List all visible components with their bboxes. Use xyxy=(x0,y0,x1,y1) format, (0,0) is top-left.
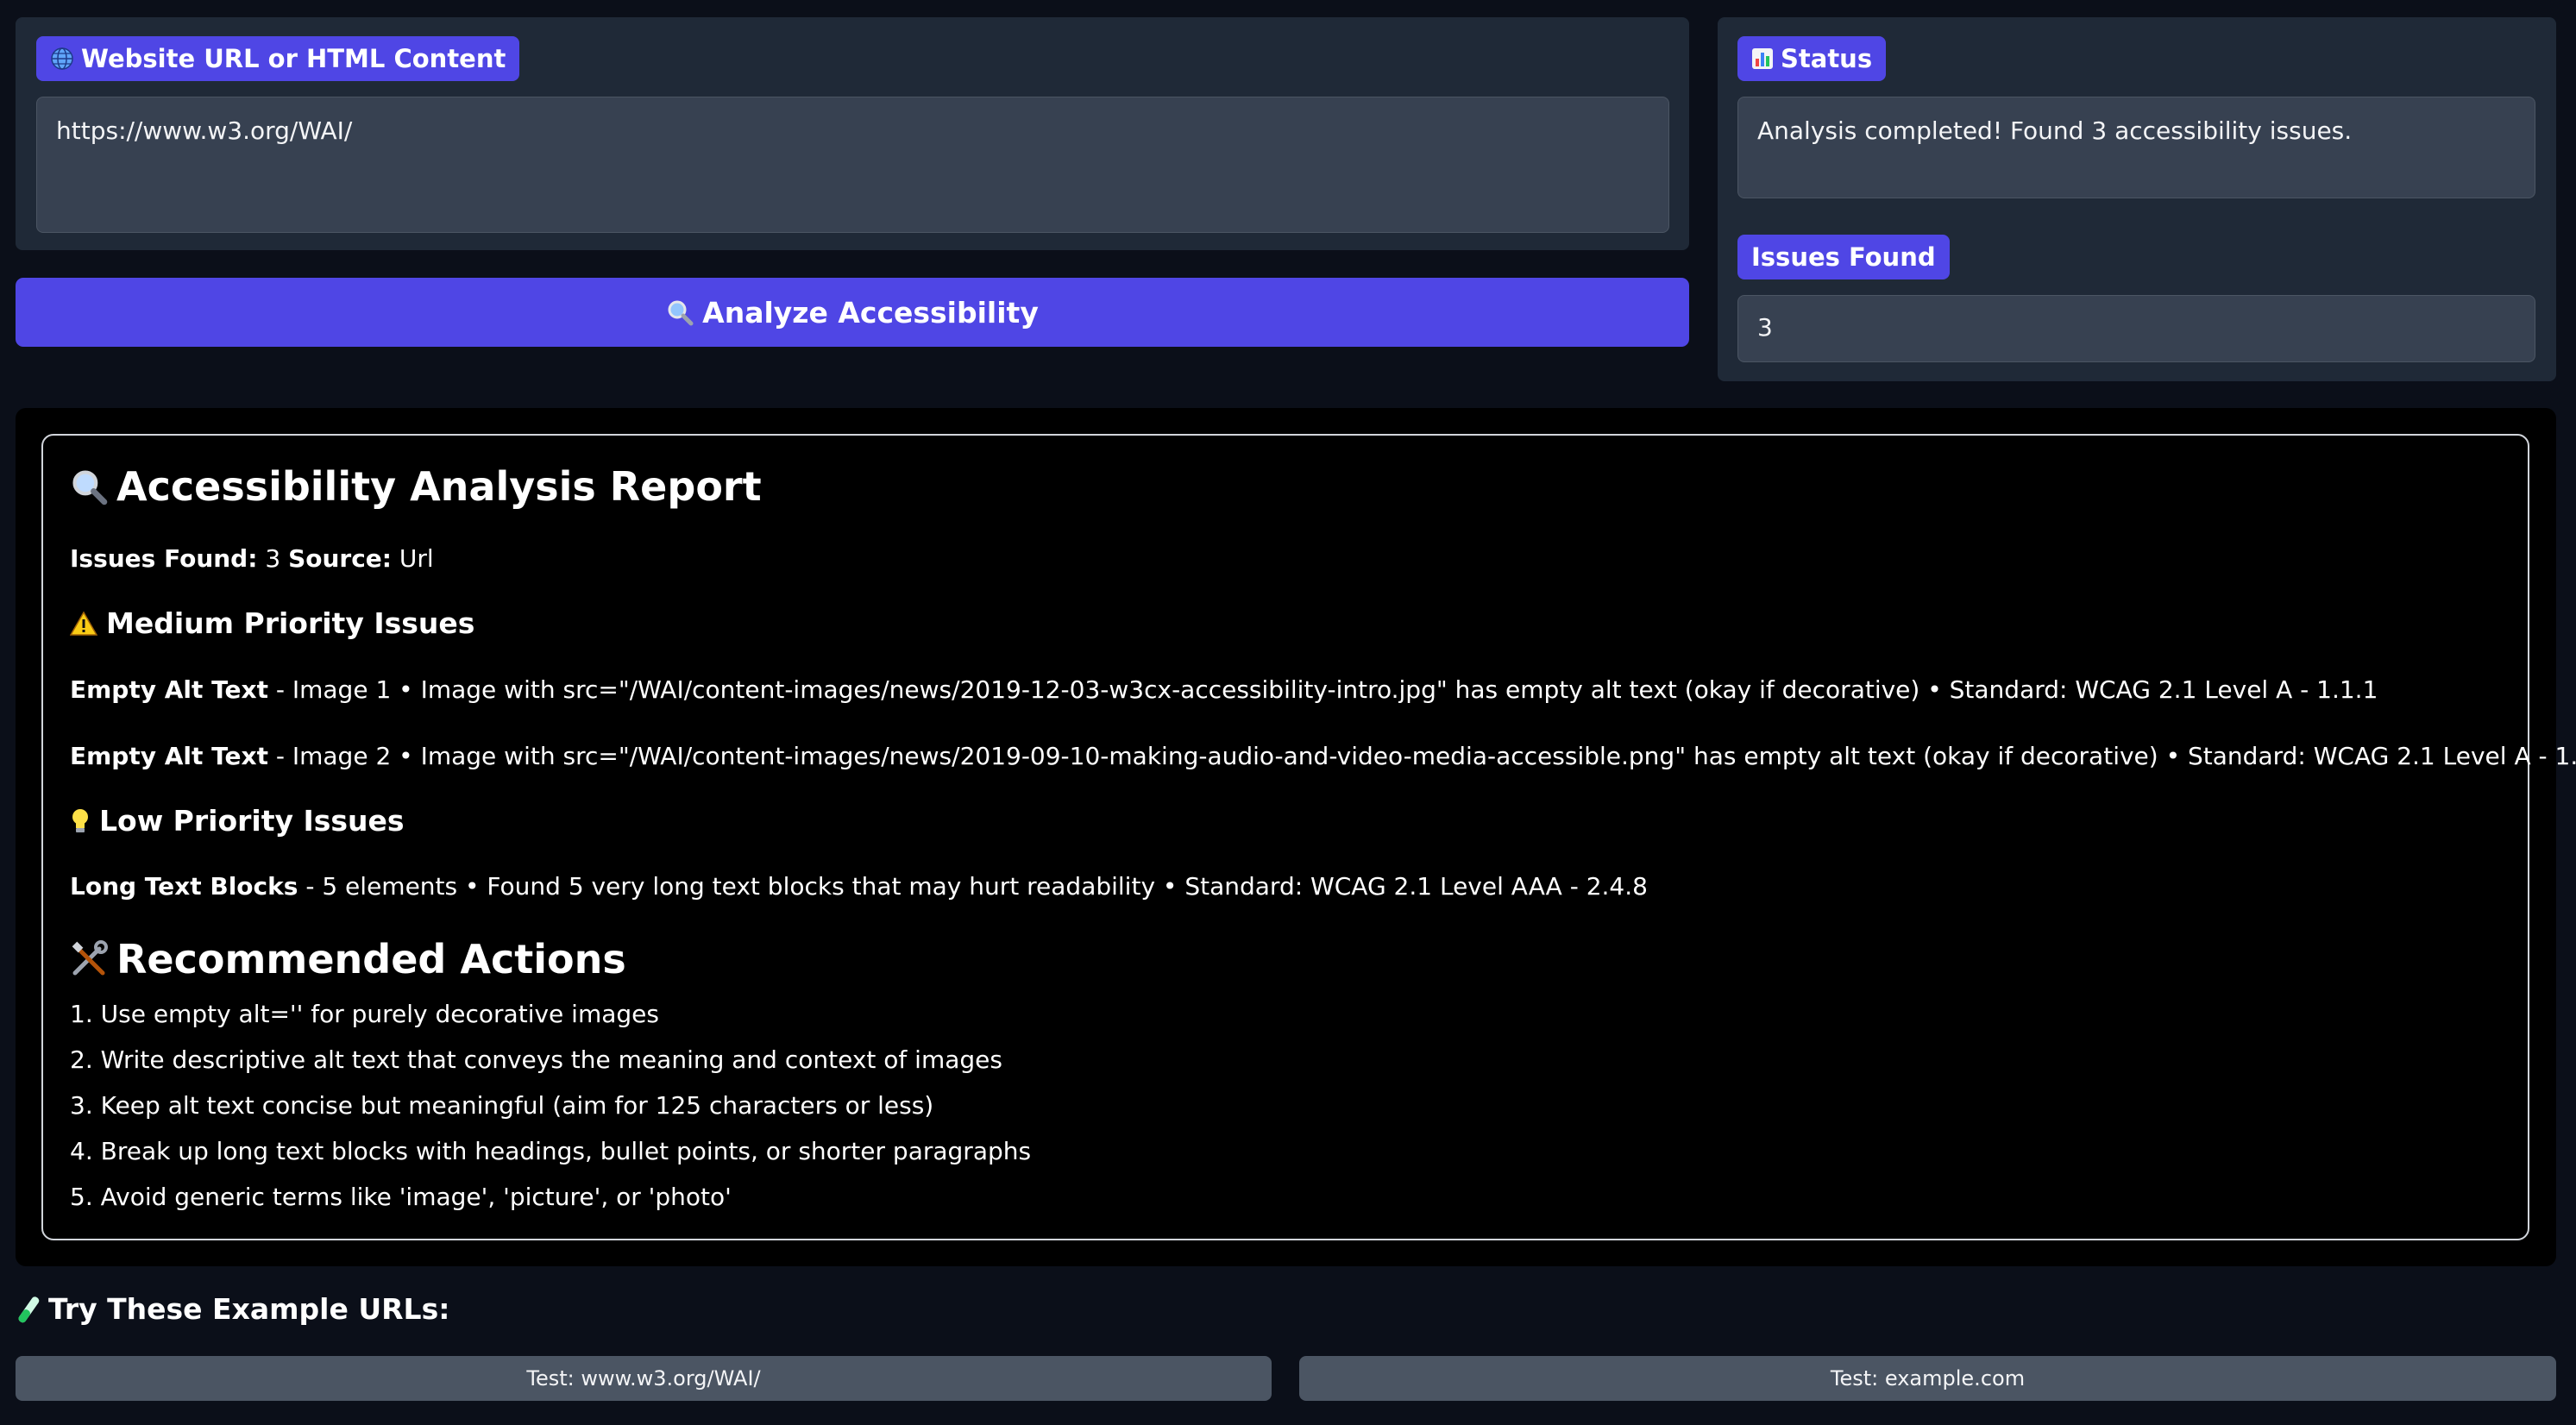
examples-heading-text: Try These Example URLs: xyxy=(48,1292,450,1326)
warning-icon xyxy=(70,610,97,637)
status-label: Status xyxy=(1737,36,1887,81)
example-url-button[interactable]: Test: example.com xyxy=(1299,1356,2556,1401)
issue-item: Empty Alt Text - Image 1 • Image with sr… xyxy=(70,675,2378,704)
low-priority-heading-text: Low Priority Issues xyxy=(99,804,405,838)
action-item: 3. Keep alt text concise but meaningful … xyxy=(70,1091,934,1120)
report-title: Accessibility Analysis Report xyxy=(70,463,762,510)
issue-name: Empty Alt Text xyxy=(70,742,268,770)
status-label-text: Status xyxy=(1781,44,1873,73)
globe-icon xyxy=(50,47,74,71)
url-input-label-text: Website URL or HTML Content xyxy=(81,44,506,73)
issue-item: Long Text Blocks - 5 elements • Found 5 … xyxy=(70,872,1648,901)
issue-detail: - Image 1 • Image with src="/WAI/content… xyxy=(267,675,2378,704)
recommended-actions-heading: Recommended Actions xyxy=(70,936,626,982)
issue-item: Empty Alt Text - Image 2 • Image with sr… xyxy=(70,742,2576,770)
status-output: Analysis completed! Found 3 accessibilit… xyxy=(1737,97,2535,198)
summary-issues-label: Issues Found: xyxy=(70,544,258,573)
medium-priority-heading: Medium Priority Issues xyxy=(70,606,474,640)
action-item: 2. Write descriptive alt text that conve… xyxy=(70,1045,1002,1074)
issue-name: Empty Alt Text xyxy=(70,675,268,704)
report-summary: Issues Found: 3 Source: Url xyxy=(70,544,434,573)
status-value: Analysis completed! Found 3 accessibilit… xyxy=(1757,116,2353,145)
issues-found-label-text: Issues Found xyxy=(1751,242,1936,272)
tools-icon xyxy=(70,940,108,978)
accessibility-report: Accessibility Analysis Report Issues Fou… xyxy=(41,434,2576,1240)
action-item: 5. Avoid generic terms like 'image', 'pi… xyxy=(70,1183,732,1211)
medium-priority-heading-text: Medium Priority Issues xyxy=(106,606,475,640)
report-title-text: Accessibility Analysis Report xyxy=(116,463,762,510)
recommended-actions-heading-text: Recommended Actions xyxy=(116,936,626,982)
magnifier-icon xyxy=(666,298,694,326)
issues-found-value: 3 xyxy=(1757,313,1773,342)
action-item: 4. Break up long text blocks with headin… xyxy=(70,1137,1032,1165)
issue-detail: - 5 elements • Found 5 very long text bl… xyxy=(298,872,1648,901)
summary-source-label: Source: xyxy=(288,544,392,573)
summary-source-value: Url xyxy=(392,544,434,573)
summary-issues-value: 3 xyxy=(257,544,289,573)
issue-name: Long Text Blocks xyxy=(70,872,298,901)
action-item: 1. Use empty alt='' for purely decorativ… xyxy=(70,1000,659,1028)
issues-found-output: 3 xyxy=(1737,295,2535,362)
examples-heading: Try These Example URLs: xyxy=(16,1292,449,1326)
url-input-value: https://www.w3.org/WAI/ xyxy=(56,116,353,145)
url-input-label: Website URL or HTML Content xyxy=(36,36,520,81)
test-tube-icon xyxy=(16,1295,41,1324)
analyze-accessibility-button[interactable]: Analyze Accessibility xyxy=(16,278,1689,347)
url-input[interactable]: https://www.w3.org/WAI/ xyxy=(36,97,1669,233)
example-url-button[interactable]: Test: www.w3.org/WAI/ xyxy=(16,1356,1272,1401)
bar-chart-icon xyxy=(1751,47,1774,70)
issues-found-label: Issues Found xyxy=(1737,235,1950,279)
issue-detail: - Image 2 • Image with src="/WAI/content… xyxy=(267,742,2576,770)
lightbulb-icon xyxy=(70,807,91,835)
analyze-button-label: Analyze Accessibility xyxy=(702,295,1039,330)
low-priority-heading: Low Priority Issues xyxy=(70,804,405,838)
magnifier-icon xyxy=(70,468,108,505)
